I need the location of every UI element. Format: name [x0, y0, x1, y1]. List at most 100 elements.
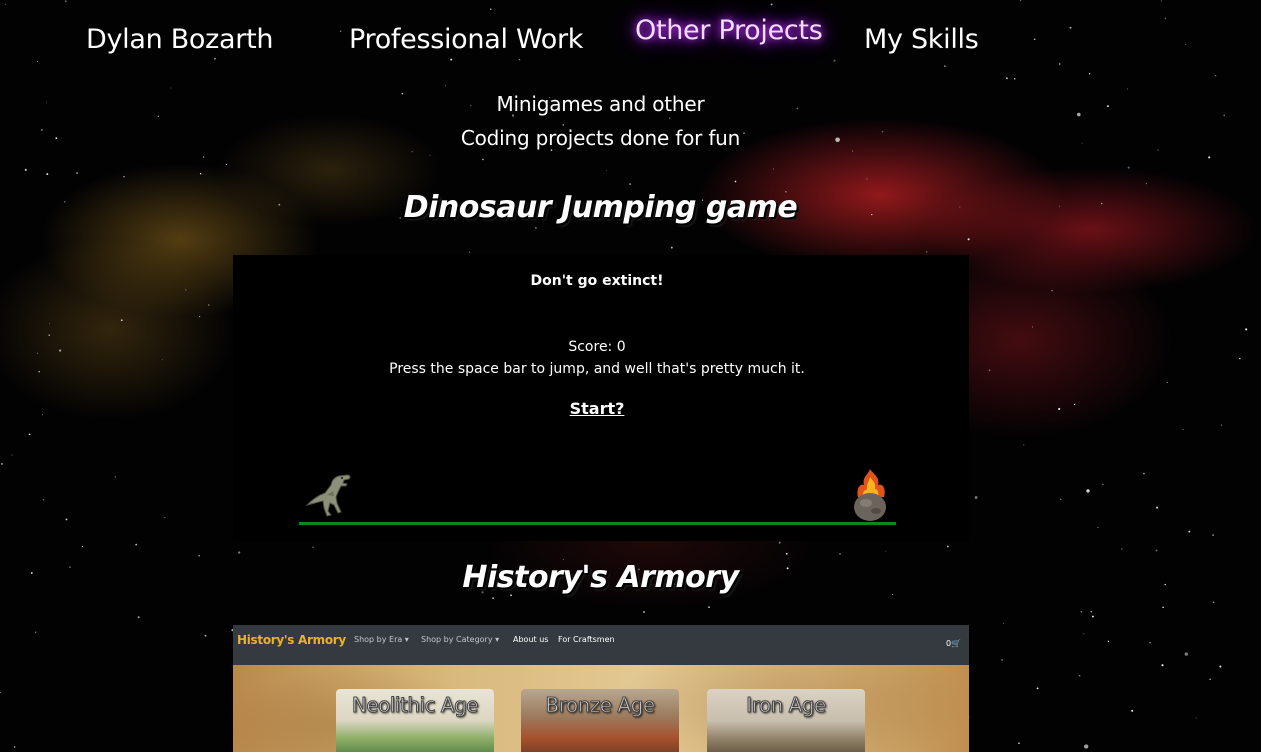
era-card-label: Iron Age	[746, 693, 827, 718]
star	[833, 59, 836, 62]
star	[38, 371, 40, 373]
star	[1127, 88, 1129, 90]
star	[114, 476, 117, 478]
star	[411, 151, 413, 153]
star	[926, 251, 928, 253]
dinosaur-icon	[305, 474, 351, 517]
star	[81, 545, 84, 548]
star	[1002, 622, 1004, 624]
armory-shop-by-era-link[interactable]: Shop by Era ▾	[354, 635, 409, 644]
star	[123, 176, 125, 178]
star	[0, 691, 1, 693]
nav-home-link[interactable]: Dylan Bozarth	[86, 24, 273, 55]
star	[1143, 472, 1145, 475]
star	[1083, 633, 1085, 635]
nav-professional-work-link[interactable]: Professional Work	[349, 24, 583, 55]
era-card-bronze[interactable]: Bronze Age	[521, 689, 679, 752]
star	[967, 238, 970, 241]
star	[1013, 77, 1016, 80]
star	[852, 150, 854, 152]
star	[1161, 664, 1164, 667]
star	[24, 168, 27, 171]
star	[1160, 0, 1162, 2]
dinosaur-game-panel[interactable]: Don't go extinct! Score: 0 Press the spa…	[233, 255, 969, 541]
star	[670, 246, 673, 249]
star	[1164, 17, 1167, 20]
star	[1097, 527, 1099, 529]
star	[4, 4, 6, 6]
armory-about-us-link[interactable]: About us	[513, 635, 548, 644]
game-score: Score: 0	[568, 339, 626, 355]
star	[1073, 403, 1076, 406]
star	[37, 61, 38, 63]
star	[1090, 610, 1093, 613]
armory-shop-by-category-link[interactable]: Shop by Category ▾	[421, 635, 499, 644]
star	[482, 158, 484, 161]
star	[76, 172, 79, 175]
star	[1145, 183, 1147, 185]
armory-brand[interactable]: History's Armory	[237, 633, 346, 647]
game-instructions: Press the space bar to jump, and well th…	[389, 361, 805, 377]
star	[450, 58, 453, 61]
star	[770, 3, 773, 6]
armory-navbar: History's Armory Shop by Era ▾ Shop by C…	[233, 625, 969, 665]
game-start-button[interactable]: Start?	[233, 399, 961, 418]
star	[629, 183, 632, 186]
star	[1, 462, 3, 465]
star	[339, 30, 342, 32]
star	[974, 496, 978, 499]
era-card-neolithic[interactable]: Neolithic Age	[336, 689, 494, 752]
nav-other-projects-link[interactable]: Other Projects	[635, 15, 823, 46]
star	[1212, 601, 1215, 604]
star	[492, 597, 494, 600]
star	[185, 289, 187, 291]
star	[199, 173, 202, 175]
game-ground-line	[299, 522, 896, 525]
cart-icon[interactable]: 0🛒	[946, 639, 961, 648]
star	[312, 546, 314, 548]
star	[35, 631, 37, 633]
historys-armory-title: History's Armory	[462, 560, 739, 595]
star	[1058, 407, 1061, 411]
star	[490, 8, 492, 10]
star	[199, 316, 201, 318]
era-card-iron[interactable]: Iron Age	[707, 689, 865, 752]
star	[445, 85, 447, 87]
star	[708, 606, 710, 608]
armory-for-craftsmen-link[interactable]: For Craftsmen	[558, 635, 615, 644]
star	[49, 323, 51, 325]
star	[164, 516, 166, 518]
star	[1149, 642, 1151, 644]
star	[988, 369, 991, 372]
nav-my-skills-link[interactable]: My Skills	[864, 24, 979, 55]
dinosaur-game-title: Dinosaur Jumping game	[403, 190, 798, 225]
star	[535, 227, 537, 229]
star	[866, 178, 868, 180]
star	[1188, 530, 1191, 533]
star	[1023, 444, 1025, 446]
star	[1182, 428, 1184, 430]
star	[1060, 498, 1062, 500]
historys-armory-preview[interactable]: History's Armory Shop by Era ▾ Shop by C…	[233, 625, 969, 752]
star	[1209, 678, 1211, 681]
star	[1184, 652, 1188, 656]
star	[59, 349, 62, 352]
star	[208, 304, 210, 306]
star	[42, 414, 43, 416]
meteor-icon	[854, 469, 886, 521]
star	[1018, 742, 1020, 745]
star	[1107, 640, 1110, 642]
star	[37, 352, 38, 354]
star	[1131, 709, 1134, 712]
star	[668, 117, 671, 120]
intro-line-2: Coding projects done for fun	[460, 126, 741, 150]
star	[1091, 615, 1094, 618]
star	[1032, 326, 1033, 328]
star	[65, 518, 68, 521]
star	[772, 168, 774, 170]
star	[48, 334, 51, 337]
star	[137, 616, 140, 619]
star	[1239, 357, 1241, 360]
era-card-label: Neolithic Age	[351, 693, 479, 718]
star	[1001, 658, 1004, 661]
